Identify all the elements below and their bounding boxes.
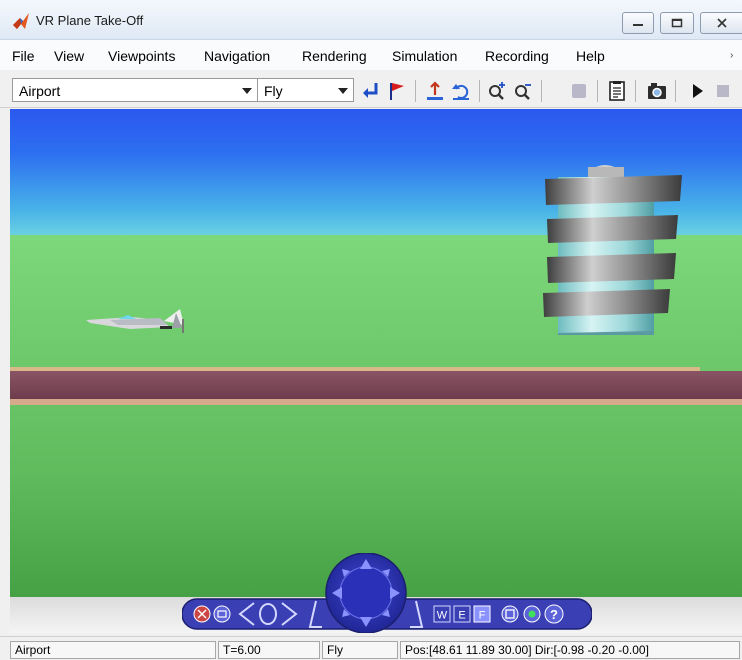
toolbar-separator [415,80,416,102]
return-to-viewpoint-button[interactable] [360,80,382,102]
walk-mode-button[interactable]: W [433,605,451,623]
menu-simulation[interactable]: Simulation [392,48,457,64]
notes-icon [609,81,625,101]
menu-navigation[interactable]: Navigation [204,48,270,64]
camera-icon [648,83,666,99]
stop-icon [717,85,729,97]
control-tower [543,165,682,335]
airplane [86,309,184,333]
toolbar-separator [597,80,598,102]
menu-rendering[interactable]: Rendering [302,48,367,64]
dropdown-arrow-icon [338,88,348,94]
zoom-in-icon [489,82,505,100]
minimize-button[interactable] [622,12,654,34]
menu-bar: File View Viewpoints Navigation Renderin… [0,40,742,70]
menu-viewpoints[interactable]: Viewpoints [108,48,175,64]
menu-help[interactable]: Help [576,48,605,64]
toolbar-separator [541,80,542,102]
help-label: ? [550,607,558,622]
zoom-out-button[interactable] [512,80,534,102]
zoom-out-icon [515,84,531,100]
viewpoint-value: Airport [19,83,61,99]
dropdown-arrow-icon [242,88,252,94]
matlab-logo-icon [13,13,29,29]
title-bar: VR Plane Take-Off [0,0,742,40]
minimize-panel-button[interactable] [213,605,231,623]
menu-view[interactable]: View [54,48,84,64]
vr-canvas[interactable]: W E F ? [10,109,742,633]
navigation-mode-dropdown[interactable]: Fly [258,78,354,102]
play-icon [693,84,703,98]
stop-button[interactable] [712,80,734,102]
maximize-icon [671,18,683,28]
window-title: VR Plane Take-Off [36,13,144,28]
status-position: Pos:[48.61 11.89 30.00] Dir:[-0.98 -0.20… [400,641,740,659]
runway [10,367,742,405]
return-icon [363,83,378,98]
viewpoint-dropdown[interactable]: Airport [12,78,258,102]
play-button[interactable] [686,80,708,102]
notes-button[interactable] [606,80,628,102]
fly-label: F [479,610,486,622]
fly-mode-button[interactable]: F [473,605,491,623]
record-icon [572,84,586,98]
headlight-icon [528,610,536,618]
close-button[interactable] [700,12,742,34]
undo-move-icon [452,84,469,100]
toolbar-separator [479,80,480,102]
navigation-panel: W E F ? [182,553,592,633]
status-mode: Fly [322,641,398,659]
capture-frame-button[interactable] [646,80,668,102]
toolbar-separator [635,80,636,102]
toolbar-separator [675,80,676,102]
walk-label: W [437,610,448,622]
headlight-button[interactable] [523,605,541,623]
flag-icon [390,83,404,100]
record-button[interactable] [568,80,590,102]
straighten-button[interactable] [501,605,519,623]
menu-recording[interactable]: Recording [485,48,549,64]
status-time: T=6.00 [218,641,320,659]
zoom-in-button[interactable] [486,80,508,102]
status-bar: Airport T=6.00 Fly Pos:[48.61 11.89 30.0… [0,636,742,660]
minimize-icon [633,24,643,26]
maximize-button[interactable] [660,12,694,34]
go-to-start-button[interactable] [424,80,446,102]
undo-move-button[interactable] [450,80,472,102]
status-viewpoint: Airport [10,641,216,659]
menu-file[interactable]: File [12,48,35,64]
examine-label: E [458,610,465,622]
create-viewpoint-button[interactable] [386,80,408,102]
help-button[interactable]: ? [544,604,564,624]
examine-mode-button[interactable]: E [453,605,471,623]
goto-start-icon [427,81,443,100]
menu-overflow-icon[interactable]: › [730,50,733,61]
close-icon [716,18,727,28]
navigation-mode-value: Fly [264,83,283,99]
toolbar: Airport Fly [0,70,742,108]
close-panel-button[interactable] [193,605,211,623]
application-window: VR Plane Take-Off File View Viewpoints N… [0,0,742,660]
